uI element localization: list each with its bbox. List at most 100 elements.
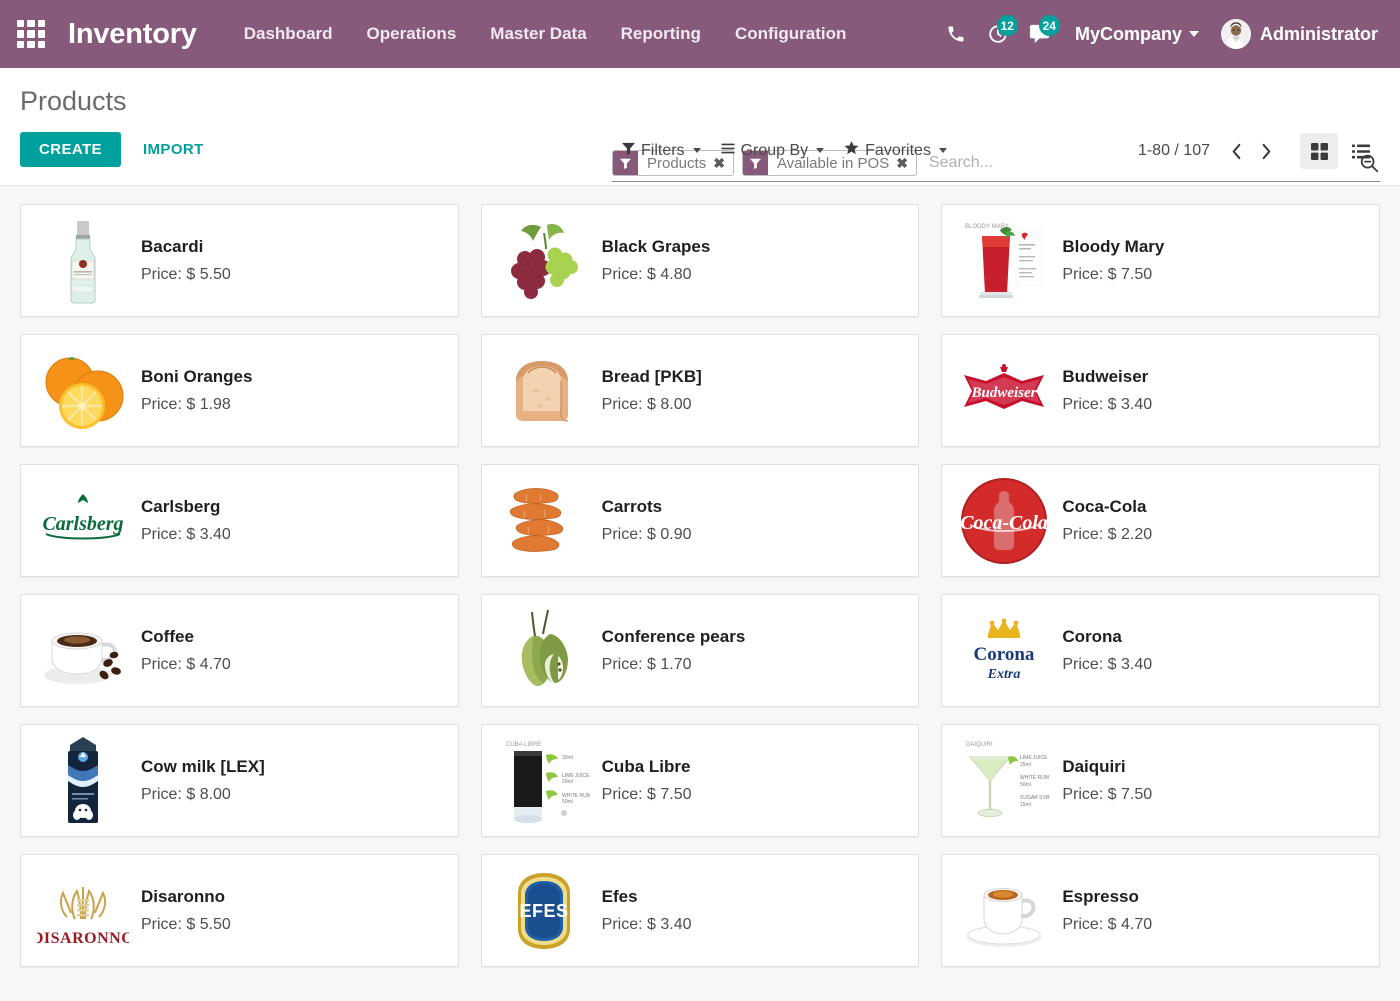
product-name: Budweiser bbox=[1062, 367, 1149, 386]
product-card-cuba-libre[interactable]: CUBA LIBRE 30ml LIME JUICE 20ml WHITE RU… bbox=[480, 724, 920, 837]
product-card-boni-oranges[interactable]: Boni Oranges Price: $ 1.98 bbox=[20, 334, 459, 447]
apps-grid-cell bbox=[17, 20, 25, 28]
milk-carton-image bbox=[35, 735, 131, 827]
messaging-chat-icon[interactable]: 24 bbox=[1019, 13, 1061, 55]
user-menu[interactable]: Administrator bbox=[1211, 13, 1382, 55]
import-button[interactable]: IMPORT bbox=[129, 132, 218, 167]
carrots-image bbox=[496, 475, 592, 567]
product-card-body: Bacardi Price: $ 5.50 bbox=[141, 237, 444, 284]
product-price: Price: $ 1.98 bbox=[141, 396, 231, 413]
product-card-bacardi[interactable]: Bacardi Price: $ 5.50 bbox=[20, 204, 459, 317]
product-card-body: Bloody Mary Price: $ 7.50 bbox=[1062, 237, 1365, 284]
product-name: Bread [PKB] bbox=[601, 367, 702, 386]
company-switcher[interactable]: MyCompany bbox=[1061, 16, 1211, 53]
favorites-label: Favorites bbox=[865, 141, 931, 159]
product-price: Price: $ 3.40 bbox=[1062, 656, 1153, 673]
carlsberg-logo-image: Carlsberg bbox=[35, 475, 131, 567]
groupby-dropdown[interactable]: Group By bbox=[711, 138, 835, 164]
kanban-view-icon[interactable] bbox=[1300, 133, 1338, 169]
favorites-dropdown[interactable]: Favorites bbox=[834, 137, 957, 164]
chevron-down-icon bbox=[1188, 31, 1199, 37]
disaronno-logo-image: DISARONNO bbox=[35, 865, 131, 957]
svg-text:Extra: Extra bbox=[987, 667, 1021, 682]
control-panel-bottom-row: CREATE IMPORT Filters Group By Favorites… bbox=[20, 124, 1380, 169]
svg-text:25ml: 25ml bbox=[1020, 762, 1031, 768]
list-view-icon[interactable] bbox=[1342, 133, 1380, 169]
bread-image bbox=[496, 345, 592, 437]
product-card-budweiser[interactable]: Budweiser Budweiser Price: $ 3.40 bbox=[941, 334, 1380, 447]
product-card-cow-milk[interactable]: Cow milk [LEX] Price: $ 8.00 bbox=[20, 724, 459, 837]
svg-text:EFES: EFES bbox=[519, 901, 568, 921]
product-card-coca-cola[interactable]: Coca-Cola Coca-Cola Price: $ 2.20 bbox=[941, 464, 1380, 577]
product-card-coffee[interactable]: Coffee Price: $ 4.70 bbox=[20, 594, 459, 707]
apps-grid-cell bbox=[27, 20, 35, 28]
chevron-down-icon bbox=[938, 148, 947, 153]
svg-text:CUBA LIBRE: CUBA LIBRE bbox=[506, 742, 541, 748]
product-card-carlsberg[interactable]: Carlsberg Carlsberg Price: $ 3.40 bbox=[20, 464, 459, 577]
pager-previous-button[interactable] bbox=[1222, 137, 1250, 165]
menu-item-operations[interactable]: Operations bbox=[350, 14, 474, 54]
pears-image bbox=[496, 605, 592, 697]
pager-value: 1-80 / 107 bbox=[1137, 142, 1210, 159]
product-price: Price: $ 8.00 bbox=[141, 786, 231, 803]
svg-text:Corona: Corona bbox=[974, 644, 1035, 665]
product-card-bloody-mary[interactable]: BLOODY MARY Bloody Mary Price: $ 7.50 bbox=[941, 204, 1380, 317]
chevron-down-icon bbox=[692, 148, 701, 153]
phone-icon[interactable] bbox=[935, 13, 977, 55]
control-panel: Products Products ✖ Available in POS ✖ S… bbox=[0, 68, 1400, 186]
product-card-disaronno[interactable]: DISARONNO Disaronno Price: $ 5.50 bbox=[20, 854, 459, 967]
product-name: Carrots bbox=[601, 497, 663, 516]
svg-text:DISARONNO: DISARONNO bbox=[37, 930, 129, 947]
product-card-body: Coffee Price: $ 4.70 bbox=[141, 627, 444, 674]
menu-item-dashboard[interactable]: Dashboard bbox=[227, 14, 350, 54]
product-card-carrots[interactable]: Carrots Price: $ 0.90 bbox=[480, 464, 920, 577]
product-card-body: Daiquiri Price: $ 7.50 bbox=[1062, 757, 1365, 804]
svg-text:20ml: 20ml bbox=[562, 779, 573, 785]
product-price: Price: $ 7.50 bbox=[1062, 266, 1153, 283]
menu-item-configuration[interactable]: Configuration bbox=[718, 14, 863, 54]
product-card-efes[interactable]: EFES Efes Price: $ 3.40 bbox=[480, 854, 920, 967]
svg-text:WHITE RUM: WHITE RUM bbox=[1020, 775, 1049, 781]
product-card-body: Cuba Libre Price: $ 7.50 bbox=[602, 757, 905, 804]
espresso-cup-image bbox=[956, 865, 1052, 957]
product-card-conference-pears[interactable]: Conference pears Price: $ 1.70 bbox=[480, 594, 920, 707]
product-card-daiquiri[interactable]: DAIQUIRI LIME JUICE 25ml WHITE RUM 50ml … bbox=[941, 724, 1380, 837]
product-price: Price: $ 4.70 bbox=[1062, 916, 1153, 933]
product-name: Cuba Libre bbox=[601, 757, 691, 776]
filters-dropdown[interactable]: Filters bbox=[612, 138, 711, 164]
product-card-body: Carrots Price: $ 0.90 bbox=[602, 497, 905, 544]
product-price: Price: $ 7.50 bbox=[1062, 786, 1153, 803]
product-card-body: Espresso Price: $ 4.70 bbox=[1062, 887, 1365, 934]
black-grapes-image bbox=[496, 215, 592, 307]
main-menu: Dashboard Operations Master Data Reporti… bbox=[227, 14, 864, 54]
product-card-espresso[interactable]: Espresso Price: $ 4.70 bbox=[941, 854, 1380, 967]
budweiser-logo-image: Budweiser bbox=[956, 345, 1052, 437]
navbar-right-tools: 12 24 MyCompany Administrator bbox=[935, 13, 1382, 55]
pager-next-button[interactable] bbox=[1252, 137, 1280, 165]
app-brand-title[interactable]: Inventory bbox=[68, 18, 197, 51]
svg-text:Budweiser: Budweiser bbox=[971, 385, 1037, 401]
apps-grid-cell bbox=[17, 40, 25, 48]
product-card-black-grapes[interactable]: Black Grapes Price: $ 4.80 bbox=[480, 204, 920, 317]
product-name: Bloody Mary bbox=[1062, 237, 1165, 256]
apps-grid-cell bbox=[37, 40, 45, 48]
product-card-body: Disaronno Price: $ 5.50 bbox=[141, 887, 444, 934]
bacardi-bottle-image bbox=[35, 215, 131, 307]
product-card-bread[interactable]: Bread [PKB] Price: $ 8.00 bbox=[480, 334, 920, 447]
create-button[interactable]: CREATE bbox=[20, 131, 121, 167]
filters-label: Filters bbox=[641, 141, 685, 159]
product-name: Bacardi bbox=[141, 237, 204, 256]
product-card-corona[interactable]: Corona Extra Corona Price: $ 3.40 bbox=[941, 594, 1380, 707]
product-price: Price: $ 5.50 bbox=[141, 916, 231, 933]
menu-item-reporting[interactable]: Reporting bbox=[604, 14, 718, 54]
product-price: Price: $ 7.50 bbox=[601, 786, 692, 803]
activity-clock-icon[interactable]: 12 bbox=[977, 13, 1019, 55]
svg-text:LIME JUICE: LIME JUICE bbox=[1020, 755, 1048, 761]
apps-grid-cell bbox=[17, 30, 25, 38]
product-name: Disaronno bbox=[141, 887, 226, 906]
product-card-body: Corona Price: $ 3.40 bbox=[1062, 627, 1365, 674]
apps-grid-icon[interactable] bbox=[14, 17, 48, 51]
menu-item-master-data[interactable]: Master Data bbox=[473, 14, 603, 54]
svg-text:50ml: 50ml bbox=[562, 799, 573, 805]
activity-count-badge: 12 bbox=[996, 15, 1018, 36]
